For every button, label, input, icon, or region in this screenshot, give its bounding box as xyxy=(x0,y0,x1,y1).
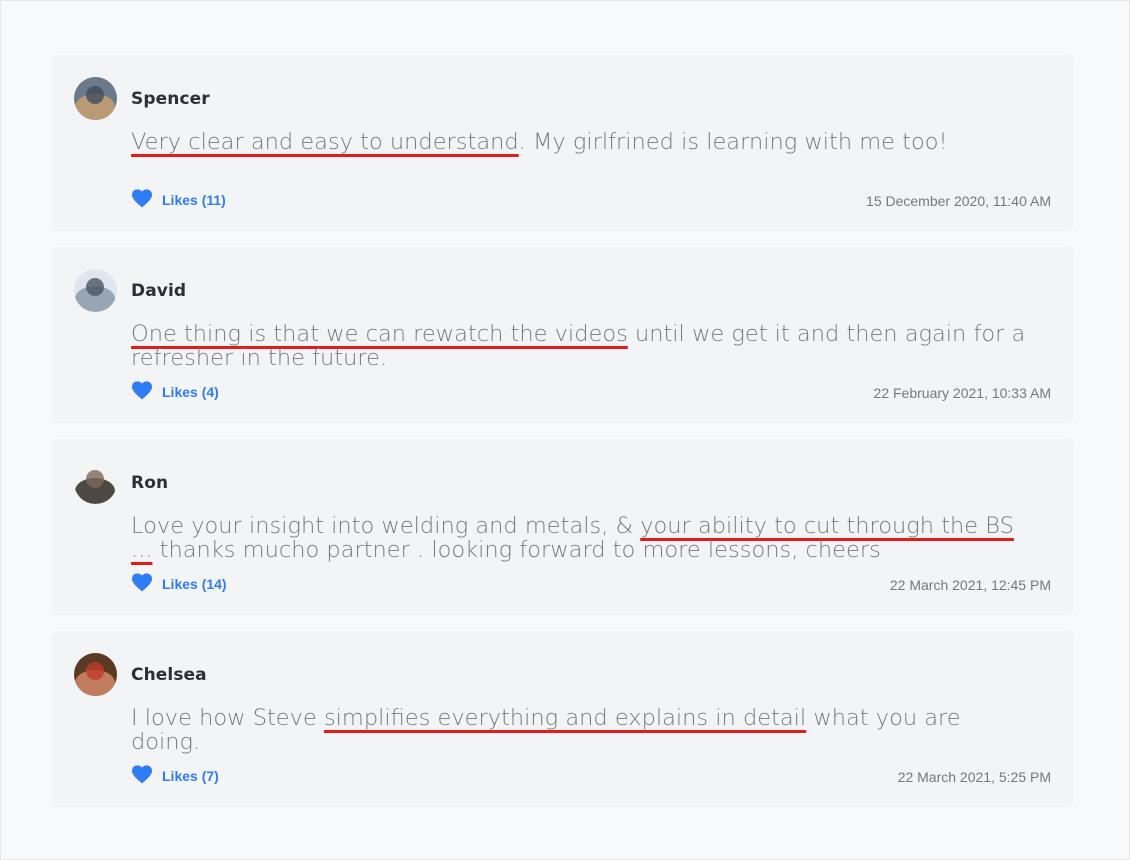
comment-text: I love how Steve simplifies everything a… xyxy=(131,706,1031,754)
highlighted-phrase: Very clear and easy to understand xyxy=(131,129,519,155)
avatar[interactable] xyxy=(74,269,117,312)
comment-card: Chelsea I love how Steve simplifies ever… xyxy=(51,631,1074,807)
highlighted-phrase: simplifies everything and explains in de… xyxy=(323,705,807,731)
text-segment: Love your insight into welding and metal… xyxy=(131,513,641,539)
comment-date: 22 March 2021, 12:45 PM xyxy=(889,577,1051,593)
avatar[interactable] xyxy=(74,653,117,696)
likes-count: Likes (7) xyxy=(162,767,219,784)
heart-icon xyxy=(131,572,153,595)
text-segment: . My girlfrined is learning with me too! xyxy=(518,129,948,155)
comment-text: One thing is that we can rewatch the vid… xyxy=(131,322,1031,370)
heart-icon xyxy=(131,188,153,211)
like-button[interactable]: Likes (11) xyxy=(131,188,226,211)
avatar[interactable] xyxy=(74,461,117,504)
like-button[interactable]: Likes (14) xyxy=(131,572,227,595)
text-segment: thanks mucho partner . looking forward t… xyxy=(152,537,881,563)
commenter-name: Chelsea xyxy=(131,665,207,685)
comment-card: David One thing is that we can rewatch t… xyxy=(51,247,1074,423)
comment-card: Ron Love your insight into welding and m… xyxy=(51,439,1074,615)
highlighted-phrase: One thing is that we can rewatch the vid… xyxy=(131,321,628,347)
comment-list: Spencer Very clear and easy to understan… xyxy=(51,55,1074,823)
comment-text: Love your insight into welding and metal… xyxy=(131,514,1031,562)
likes-count: Likes (11) xyxy=(162,191,226,208)
text-segment: I love how Steve xyxy=(131,705,324,731)
comment-text: Very clear and easy to understand. My gi… xyxy=(131,130,1031,154)
commenter-name: David xyxy=(131,281,187,301)
likes-count: Likes (4) xyxy=(162,383,219,400)
likes-count: Likes (14) xyxy=(162,575,227,592)
heart-icon xyxy=(131,380,153,403)
comment-card: Spencer Very clear and easy to understan… xyxy=(51,55,1074,231)
commenter-name: Spencer xyxy=(131,89,210,109)
like-button[interactable]: Likes (7) xyxy=(131,764,219,787)
comment-date: 22 February 2021, 10:33 AM xyxy=(873,385,1051,401)
comment-date: 15 December 2020, 11:40 AM xyxy=(866,193,1051,209)
heart-icon xyxy=(131,764,153,787)
comment-date: 22 March 2021, 5:25 PM xyxy=(897,769,1051,785)
avatar[interactable] xyxy=(74,77,117,120)
commenter-name: Ron xyxy=(131,473,169,493)
like-button[interactable]: Likes (4) xyxy=(131,380,219,403)
